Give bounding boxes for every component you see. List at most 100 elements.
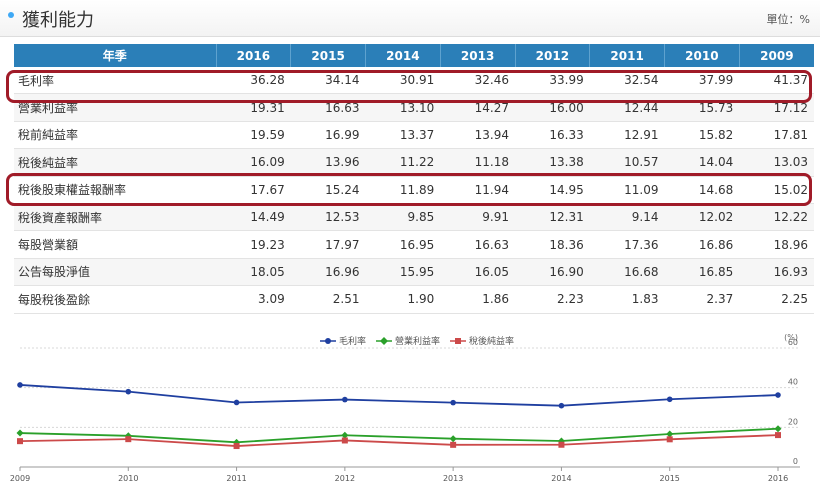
- table-cell: 2.51: [290, 285, 366, 314]
- table-cell: 17.67: [216, 176, 291, 204]
- table-cell: 16.33: [515, 121, 590, 150]
- table-cell: 16.68: [589, 258, 665, 287]
- table-cell: 19.31: [216, 93, 291, 122]
- x-tick-label: 2014: [551, 474, 571, 483]
- table-cell: 14.49: [216, 203, 291, 232]
- y-tick-label: 40: [788, 378, 798, 387]
- table-row: 營業利益率 19.31 16.63 13.10 14.27 16.00 12.44 15.73…: [14, 93, 814, 122]
- table-cell: 11.94: [440, 176, 515, 204]
- data-point: [450, 399, 456, 406]
- table-cell: 15.24: [290, 176, 366, 204]
- profitability-table: 年季 2016 2015 2014 2013 2012 2011 2010 20…: [14, 44, 814, 314]
- table-cell: 19.59: [216, 121, 291, 150]
- data-point: [450, 441, 457, 448]
- table-cell: 11.09: [589, 176, 665, 204]
- table-cell: 12.44: [589, 93, 665, 122]
- header-year: 2013: [440, 44, 516, 67]
- row-label: 營業利益率: [14, 93, 216, 122]
- table-cell: 14.95: [515, 176, 590, 204]
- header-year: 2010: [664, 44, 740, 67]
- table-cell: 14.68: [664, 176, 740, 204]
- table-cell: 17.81: [739, 121, 814, 150]
- table-cell: 12.02: [664, 203, 740, 232]
- table-cell: 13.94: [440, 121, 515, 150]
- table-cell: 18.05: [216, 258, 291, 287]
- table-cell: 17.12: [739, 93, 814, 122]
- y-tick-label: 0: [793, 457, 798, 466]
- table-cell: 9.14: [589, 203, 665, 232]
- table-cell: 16.86: [664, 230, 740, 259]
- table-cell: 16.63: [290, 93, 366, 122]
- x-tick-label: 2011: [226, 474, 246, 483]
- data-point: [342, 396, 348, 403]
- table-cell: 36.28: [216, 67, 291, 95]
- y-unit-label: (%): [784, 333, 798, 342]
- table-cell: 13.38: [515, 148, 590, 177]
- table-cell: 16.09: [216, 148, 291, 177]
- x-tick-label: 2010: [118, 474, 138, 483]
- table-cell: 32.54: [589, 67, 665, 95]
- header-year: 2014: [365, 44, 441, 67]
- table-cell: 16.96: [290, 258, 366, 287]
- table-cell: 16.93: [739, 258, 814, 287]
- header-corner: 年季: [14, 44, 217, 67]
- table-cell: 14.04: [664, 148, 740, 177]
- table-cell: 1.86: [440, 285, 515, 314]
- table-cell: 3.09: [216, 285, 291, 314]
- header-year: 2011: [589, 44, 665, 67]
- table-row: 稅後股東權益報酬率 17.67 15.24 11.89 11.94 14.95 11.09 1…: [14, 176, 814, 204]
- table-row: 稅後純益率 16.09 13.96 11.22 11.18 13.38 10.57 14.04…: [14, 148, 814, 177]
- table-cell: 15.02: [739, 176, 814, 204]
- data-point: [17, 438, 23, 445]
- table-cell: 14.27: [440, 93, 515, 122]
- table-cell: 15.95: [365, 258, 441, 287]
- data-point: [16, 429, 24, 437]
- data-point: [233, 443, 240, 450]
- data-point: [17, 382, 23, 388]
- data-point: [558, 402, 565, 409]
- table-cell: 13.96: [290, 148, 366, 177]
- table-row: 公告每股淨值 18.05 16.96 15.95 16.05 16.90 16.68 16.8…: [14, 258, 814, 287]
- line-chart: 0204060(%)2009 2010 2011 2012 2013 2014 2015 20…: [10, 333, 800, 483]
- table-cell: 11.18: [440, 148, 515, 177]
- table-header-row: 年季 2016 2015 2014 2013 2012 2011 2010 20…: [14, 44, 814, 67]
- table-cell: 16.99: [290, 121, 366, 150]
- data-point: [125, 388, 132, 395]
- table-cell: 12.91: [589, 121, 665, 150]
- table-cell: 34.14: [290, 67, 366, 95]
- x-tick-label: 2012: [335, 474, 355, 483]
- data-point: [775, 392, 781, 398]
- table-cell: 18.96: [739, 230, 814, 259]
- table-cell: 15.82: [664, 121, 740, 150]
- table-cell: 12.31: [515, 203, 590, 232]
- table-row: 每股營業額 19.23 17.97 16.95 16.63 18.36 17.36 16.86…: [14, 230, 814, 259]
- row-label: 每股稅後盈餘: [14, 285, 216, 314]
- section-title: 獲利能力: [22, 10, 94, 31]
- table-cell: 16.90: [515, 258, 590, 287]
- table-cell: 2.37: [664, 285, 740, 314]
- table-cell: 33.99: [515, 67, 590, 95]
- data-point: [341, 437, 348, 444]
- row-label: 稅後資產報酬率: [14, 203, 216, 232]
- row-label: 稅前純益率: [14, 121, 216, 150]
- row-label: 每股營業額: [14, 230, 216, 259]
- table-cell: 16.00: [515, 93, 590, 122]
- header-year: 2012: [515, 44, 591, 67]
- row-label: 毛利率: [14, 67, 216, 95]
- bullet-icon: [8, 12, 14, 18]
- table-cell: 32.46: [440, 67, 515, 95]
- unit-label: 單位：%: [766, 13, 810, 26]
- table-cell: 18.36: [515, 230, 590, 259]
- table-cell: 9.91: [440, 203, 515, 232]
- table-cell: 13.03: [739, 148, 814, 177]
- table-cell: 19.23: [216, 230, 291, 259]
- table-cell: 13.37: [365, 121, 441, 150]
- table-cell: 13.10: [365, 93, 441, 122]
- table-cell: 16.63: [440, 230, 515, 259]
- table-cell: 9.85: [365, 203, 441, 232]
- table-cell: 2.23: [515, 285, 590, 314]
- data-point: [125, 436, 132, 443]
- x-tick-label: 2016: [768, 474, 788, 483]
- data-point: [666, 396, 673, 403]
- table-cell: 12.22: [739, 203, 814, 232]
